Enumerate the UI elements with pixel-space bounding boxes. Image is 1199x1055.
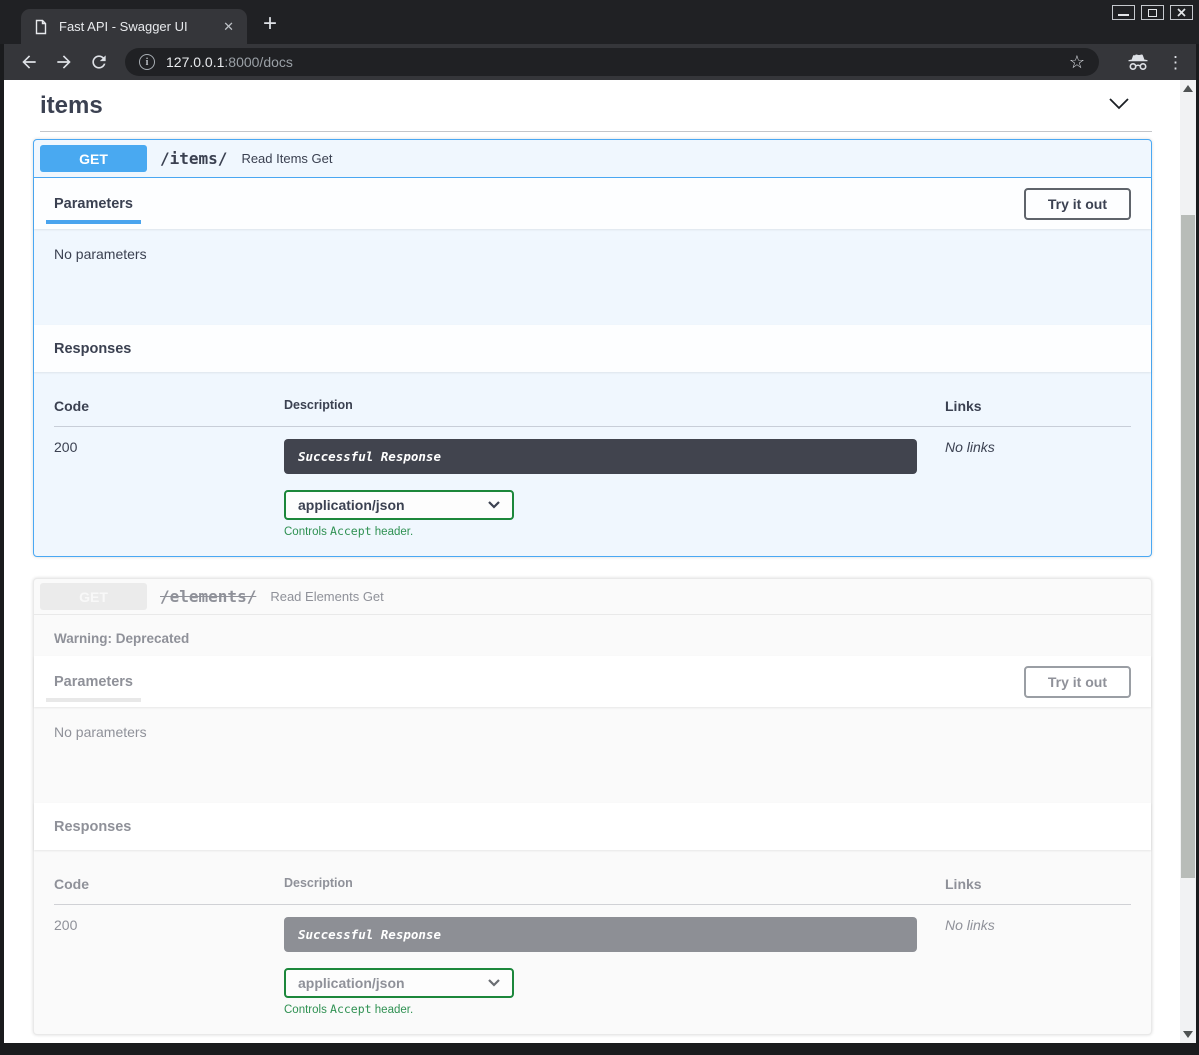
accept-note-mono: Accept <box>330 524 372 538</box>
opblock-get-elements-deprecated: GET /elements/ Read Elements Get Warning… <box>33 578 1152 1035</box>
accept-header-note: Controls Accept header. <box>284 524 945 538</box>
maximize-icon <box>1148 9 1157 17</box>
swagger-page: items GET /items/ Read Items Get Paramet… <box>4 80 1196 1043</box>
response-description-box: Successful Response <box>284 917 917 952</box>
window-controls <box>1112 5 1193 20</box>
accept-note-prefix: Controls <box>284 1004 330 1016</box>
url-path: :8000/docs <box>224 54 293 70</box>
forward-button[interactable] <box>49 52 79 72</box>
response-description-cell: Successful Response application/json Con… <box>284 905 945 1016</box>
new-tab-button[interactable]: + <box>263 11 277 37</box>
try-it-out-button[interactable]: Try it out <box>1024 188 1131 220</box>
accept-note-suffix: header. <box>372 1004 414 1016</box>
no-parameters-text: No parameters <box>54 724 147 740</box>
scrollbar-thumb[interactable] <box>1181 215 1195 878</box>
responses-body: Code Description Links 200 Successful Re… <box>34 372 1151 556</box>
chevron-down-icon <box>488 979 500 987</box>
operation-summary[interactable]: GET /items/ Read Items Get <box>34 140 1151 178</box>
links-column-header: Links <box>945 876 1151 904</box>
media-type-value: application/json <box>298 497 405 513</box>
method-badge: GET <box>40 583 147 610</box>
responses-header: Responses <box>34 803 1151 850</box>
scroll-down-arrow-icon[interactable] <box>1183 1031 1193 1038</box>
scroll-up-arrow-icon[interactable] <box>1183 85 1193 92</box>
method-badge: GET <box>40 145 147 172</box>
tag-section-header[interactable]: items <box>33 90 1152 120</box>
no-parameters-text: No parameters <box>54 246 147 262</box>
parameters-tab[interactable]: Parameters <box>54 178 133 229</box>
chevron-down-icon <box>488 501 500 509</box>
back-icon <box>19 52 39 72</box>
media-type-select[interactable]: application/json <box>284 968 514 998</box>
response-code: 200 <box>54 905 284 1016</box>
browser-tab[interactable]: Fast API - Swagger UI ✕ <box>21 9 247 44</box>
page-scrollbar[interactable] <box>1180 80 1196 1043</box>
responses-table: Code Description Links 200 Successful Re… <box>54 876 1151 1016</box>
tab-close-icon[interactable]: ✕ <box>218 19 239 35</box>
browser-window: Fast API - Swagger UI ✕ + i 127.0.0.1:80… <box>0 0 1199 1055</box>
parameters-tab[interactable]: Parameters <box>54 656 133 707</box>
operation-description: Read Elements Get <box>270 589 383 604</box>
tag-title: items <box>40 92 103 120</box>
menu-kebab-icon[interactable]: ⋮ <box>1167 54 1184 71</box>
opblock-get-items: GET /items/ Read Items Get Parameters Tr… <box>33 139 1152 557</box>
url-text: 127.0.0.1:8000/docs <box>166 54 293 70</box>
description-column-header: Description <box>284 398 945 426</box>
accept-header-note: Controls Accept header. <box>284 1002 945 1016</box>
parameters-body: No parameters <box>34 229 1151 325</box>
browser-toolbar: i 127.0.0.1:8000/docs ☆ ⋮ <box>4 44 1196 80</box>
close-button[interactable] <box>1170 5 1193 20</box>
response-code: 200 <box>54 427 284 538</box>
responses-body: Code Description Links 200 Successful Re… <box>34 850 1151 1034</box>
minimize-button[interactable] <box>1112 5 1135 20</box>
tab-title: Fast API - Swagger UI <box>59 19 218 34</box>
response-description-cell: Successful Response application/json Con… <box>284 427 945 538</box>
reload-button[interactable] <box>84 52 114 72</box>
maximize-button[interactable] <box>1141 5 1164 20</box>
bookmark-star-icon[interactable]: ☆ <box>1069 53 1085 71</box>
description-column-header: Description <box>284 876 945 904</box>
accept-note-suffix: header. <box>372 526 414 538</box>
site-info-icon[interactable]: i <box>139 54 155 70</box>
collapse-chevron-icon[interactable] <box>1108 97 1130 115</box>
operation-summary[interactable]: GET /elements/ Read Elements Get <box>34 579 1151 615</box>
response-links: No links <box>945 427 1151 538</box>
parameters-header: Parameters Try it out <box>34 656 1151 707</box>
responses-table: Code Description Links 200 Successful Re… <box>54 398 1151 538</box>
deprecated-warning: Warning: Deprecated <box>34 615 1151 656</box>
incognito-icon <box>1125 50 1151 74</box>
tab-strip: Fast API - Swagger UI ✕ + <box>0 0 1199 44</box>
parameters-header: Parameters Try it out <box>34 178 1151 229</box>
tag-divider <box>40 131 1152 132</box>
responses-title: Responses <box>54 819 131 835</box>
document-icon <box>33 19 49 35</box>
operation-path: /elements/ <box>160 587 256 606</box>
accept-note-prefix: Controls <box>284 526 330 538</box>
media-type-value: application/json <box>298 975 405 991</box>
responses-title: Responses <box>54 341 131 357</box>
links-column-header: Links <box>945 398 1151 426</box>
response-description-box: Successful Response <box>284 439 917 474</box>
parameters-body: No parameters <box>34 707 1151 803</box>
back-button[interactable] <box>14 52 44 72</box>
accept-note-mono: Accept <box>330 1002 372 1016</box>
try-it-out-button[interactable]: Try it out <box>1024 666 1131 698</box>
close-icon <box>1177 8 1186 17</box>
code-column-header: Code <box>54 876 284 904</box>
reload-icon <box>89 52 109 72</box>
operation-path: /items/ <box>160 149 227 168</box>
code-column-header: Code <box>54 398 284 426</box>
minimize-icon <box>1118 14 1129 16</box>
response-links: No links <box>945 905 1151 1016</box>
page-content: items GET /items/ Read Items Get Paramet… <box>4 80 1180 1043</box>
responses-header: Responses <box>34 325 1151 372</box>
address-bar[interactable]: i 127.0.0.1:8000/docs ☆ <box>125 48 1099 76</box>
media-type-select[interactable]: application/json <box>284 490 514 520</box>
forward-icon <box>54 52 74 72</box>
url-host: 127.0.0.1 <box>166 54 224 70</box>
operation-description: Read Items Get <box>241 151 332 166</box>
